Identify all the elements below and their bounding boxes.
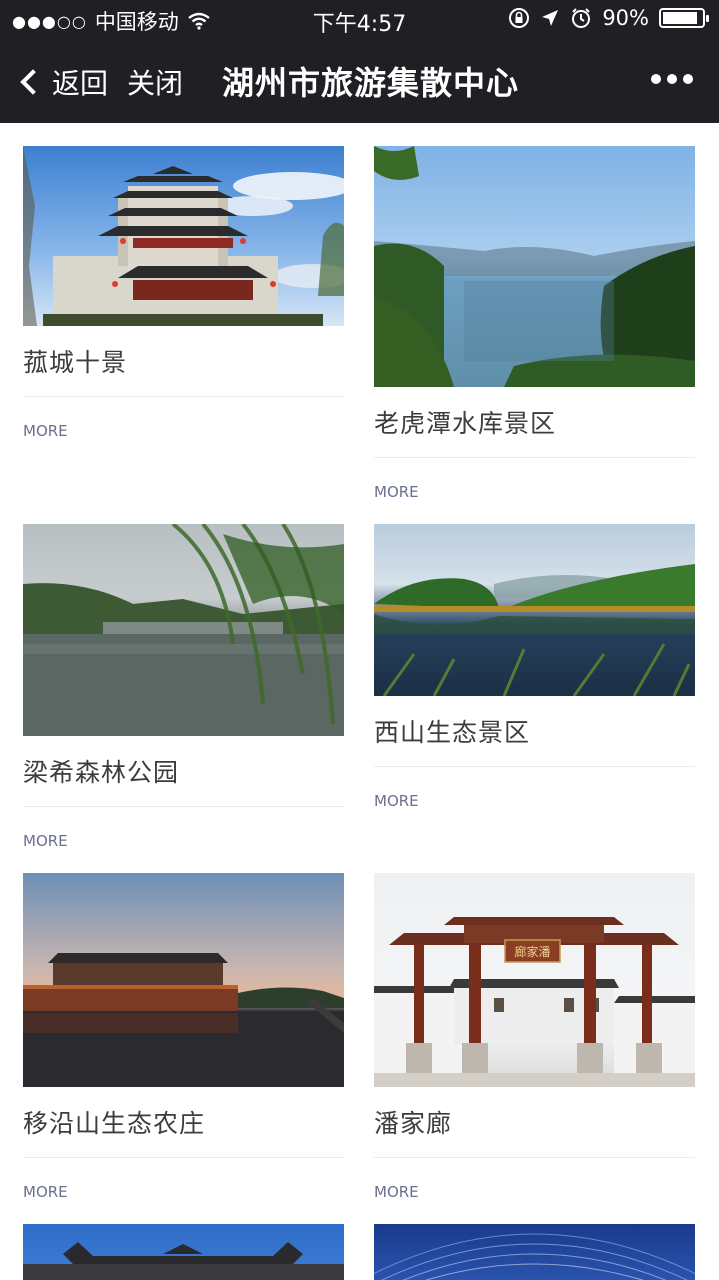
back-label: 返回 [52, 67, 109, 100]
attraction-card[interactable]: 移沿山生态农庄 MORE [23, 873, 344, 1201]
gate-sign-text: 廊家潘 [514, 944, 550, 959]
dot-icon [667, 74, 677, 84]
divider [374, 766, 695, 767]
attraction-title[interactable]: 潘家廊 [374, 1107, 695, 1141]
dot-icon [683, 74, 693, 84]
more-link[interactable]: MORE [23, 1183, 344, 1201]
attraction-image-pan-family-gate: 廊家潘 [374, 873, 695, 1087]
close-button[interactable]: 关闭 [127, 62, 183, 102]
status-bar: ●●●○○ 中国移动 下午4:57 90% [0, 0, 719, 40]
location-icon [542, 10, 559, 26]
battery-icon [659, 8, 709, 28]
attractions-grid: 菰城十景 MORE 老虎潭水库景区 MORE 梁希森林公园 MORE 西山生态景… [0, 123, 719, 1280]
more-link[interactable]: MORE [374, 792, 695, 810]
alarm-icon [572, 8, 591, 28]
dot-icon [651, 74, 661, 84]
attraction-title[interactable]: 西山生态景区 [374, 716, 695, 750]
attraction-card[interactable] [374, 1224, 695, 1280]
attraction-card[interactable]: 梁希森林公园 MORE [23, 524, 344, 850]
attraction-image-temple [23, 1224, 344, 1280]
attraction-card[interactable]: 老虎潭水库景区 MORE [374, 146, 695, 501]
attraction-image-west-mountain [374, 524, 695, 696]
attraction-image-pagoda [23, 146, 344, 326]
back-button[interactable]: 返回 [18, 62, 108, 102]
more-link[interactable]: MORE [374, 1183, 695, 1201]
attraction-image-star-trails [374, 1224, 695, 1280]
more-link[interactable]: MORE [23, 422, 344, 440]
attraction-title[interactable]: 梁希森林公园 [23, 756, 344, 790]
battery-fill [663, 12, 697, 24]
divider [374, 457, 695, 458]
chevron-left-icon [20, 69, 46, 95]
divider [23, 806, 344, 807]
attraction-card[interactable]: 菰城十景 MORE [23, 146, 344, 440]
attraction-title[interactable]: 老虎潭水库景区 [374, 407, 695, 441]
top-bar: ●●●○○ 中国移动 下午4:57 90% 返回 关闭 湖州市旅游集散中心 [0, 0, 719, 123]
attraction-image-forest-park [23, 524, 344, 736]
attraction-card[interactable] [23, 1224, 344, 1280]
divider [374, 1157, 695, 1158]
battery-percent: 90% [602, 6, 649, 30]
more-link[interactable]: MORE [23, 832, 344, 850]
attraction-image-reservoir [374, 146, 695, 387]
attraction-title[interactable]: 菰城十景 [23, 346, 344, 380]
more-options-button[interactable] [651, 74, 693, 84]
divider [23, 1157, 344, 1158]
attraction-image-eco-farm [23, 873, 344, 1087]
attraction-card[interactable]: 廊家潘 潘家廊 MORE [374, 873, 695, 1201]
page-title: 湖州市旅游集散中心 [222, 64, 520, 102]
divider [23, 396, 344, 397]
attraction-card[interactable]: 西山生态景区 MORE [374, 524, 695, 810]
nav-bar: 返回 关闭 湖州市旅游集散中心 [0, 40, 719, 123]
rotation-lock-icon [509, 8, 530, 28]
attraction-title[interactable]: 移沿山生态农庄 [23, 1107, 344, 1141]
more-link[interactable]: MORE [374, 483, 695, 501]
